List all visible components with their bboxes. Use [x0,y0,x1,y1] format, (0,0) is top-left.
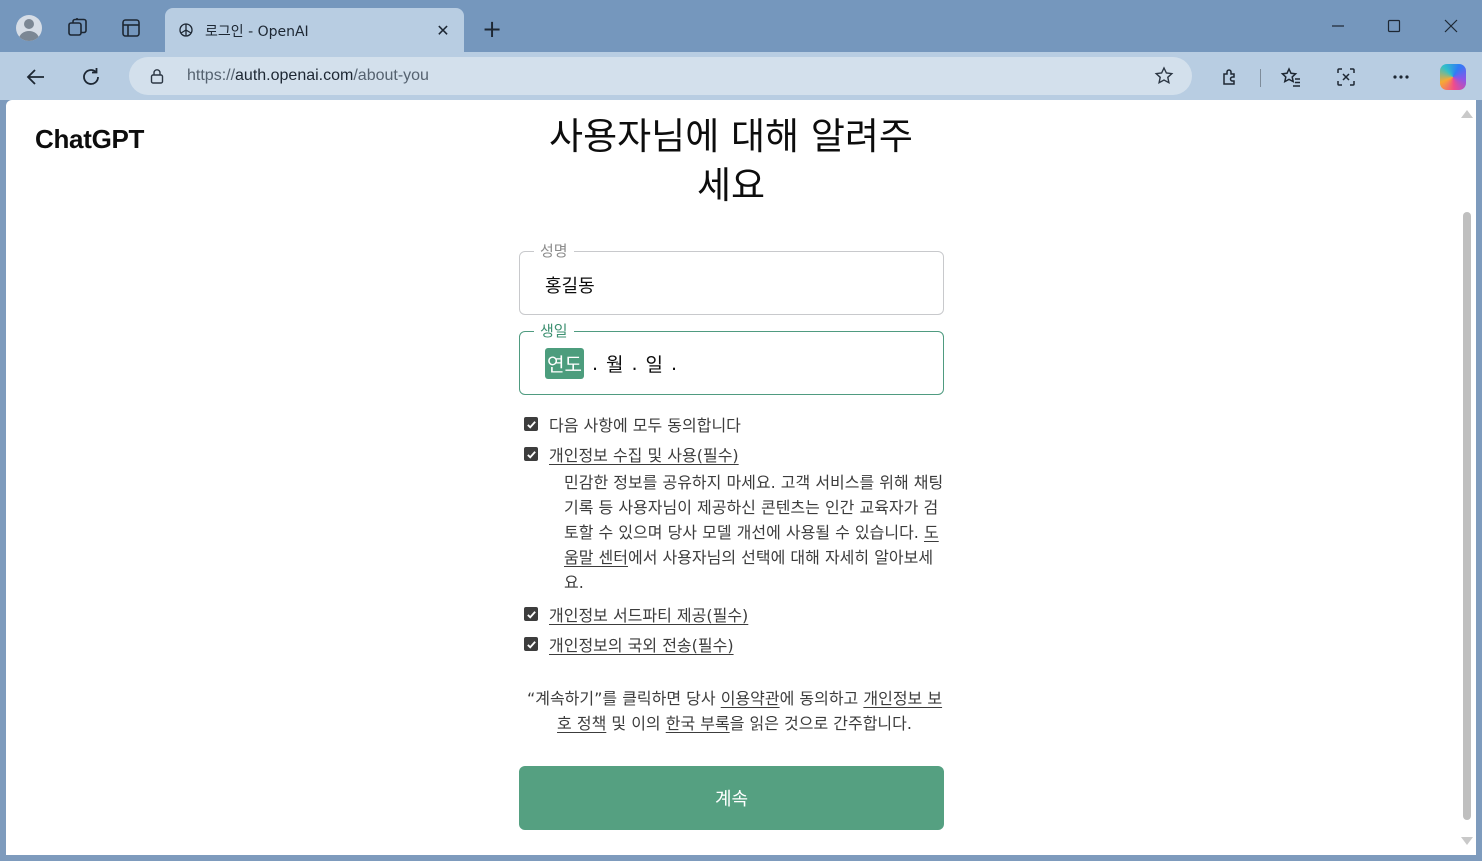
date-separator: . [671,352,678,375]
tab-close-icon[interactable]: ✕ [432,19,454,41]
url-path: /about-you [353,67,429,84]
date-separator: . [631,352,638,375]
collections-icon[interactable] [64,14,92,42]
favorites-icon[interactable] [1276,62,1306,92]
terms-text: 에 동의하고 [779,689,864,708]
tab-title: 로그인 - OpenAI [205,24,309,40]
terms-text: 및 이의 [606,714,666,733]
scrollbar-thumb[interactable] [1463,212,1471,820]
url-host: auth.openai.com [235,67,354,84]
consent-third-party-link[interactable]: 개인정보 서드파티 제공(필수) [549,602,748,626]
title-bar: 로그인 - OpenAI ✕ + [0,0,1482,52]
vertical-tabs-icon[interactable] [117,14,145,42]
refresh-icon[interactable] [76,62,106,92]
full-name-field[interactable]: 성명 홍길동 [519,240,944,315]
url-text[interactable]: https://auth.openai.com/about-you [187,67,429,85]
consent-overseas-checkbox[interactable] [524,637,538,651]
date-separator: . [591,352,599,375]
birthday-label: 생일 [534,320,574,341]
full-name-value[interactable]: 홍길동 [545,272,595,298]
active-tab[interactable]: 로그인 - OpenAI ✕ [165,8,464,52]
copilot-icon[interactable] [1438,62,1468,92]
extensions-icon[interactable] [1215,62,1245,92]
birthday-date-input[interactable]: 연도 . 월 . 일 . [545,348,685,379]
page-title-line-2: 세요 [696,164,766,207]
korea-addendum-link[interactable]: 한국 부록 [666,714,730,733]
birthday-field[interactable]: 생일 연도 . 월 . 일 . [519,320,944,395]
site-info-lock-icon[interactable] [149,68,165,84]
terms-text: “계속하기”를 클릭하면 당사 [526,689,721,708]
birthday-day-segment[interactable]: 일 [646,350,663,377]
openai-logo-icon [177,21,195,39]
more-options-icon[interactable] [1386,62,1416,92]
chatgpt-logo: ChatGPT [35,124,145,154]
close-window-icon[interactable] [1431,10,1471,42]
consent-all-label: 다음 사항에 모두 동의합니다 [549,416,741,435]
consent-all-row[interactable]: 다음 사항에 모두 동의합니다 [524,412,741,436]
screenshot-icon[interactable] [1331,62,1361,92]
explanation-text: 민감한 정보를 공유하지 마세요. 고객 서비스를 위해 채팅 기록 등 사용자… [564,473,944,542]
minimize-icon[interactable] [1318,10,1358,42]
maximize-icon[interactable] [1374,10,1414,42]
consent-all-checkbox[interactable] [524,417,538,431]
scroll-down-arrow-icon[interactable] [1461,837,1473,845]
terms-text: 을 읽은 것으로 간주합니다. [729,714,912,733]
consent-collection-link[interactable]: 개인정보 수집 및 사용(필수) [549,442,739,466]
address-bar[interactable]: https://auth.openai.com/about-you [129,57,1192,95]
terms-of-use-link[interactable]: 이용약관 [721,689,780,708]
birthday-month-segment[interactable]: 월 [606,350,623,377]
terms-notice: “계속하기”를 클릭하면 당사 이용약관에 동의하고 개인정보 보호 정책 및 … [522,686,947,736]
web-content: ChatGPT 사용자님에 대해 알려주 세요 성명 홍길동 생일 연도 . 월… [6,100,1476,855]
birthday-year-segment[interactable]: 연도 [545,348,584,379]
consent-collection-checkbox[interactable] [524,447,538,461]
continue-button[interactable]: 계속 [519,766,944,830]
url-scheme: https:// [187,67,236,84]
full-name-label: 성명 [534,240,574,261]
page-title: 사용자님에 대해 알려주 세요 [526,112,936,210]
consent-collection-explanation: 민감한 정보를 공유하지 마세요. 고객 서비스를 위해 채팅 기록 등 사용자… [564,470,949,595]
consent-collection-row[interactable]: 개인정보 수집 및 사용(필수) [524,442,739,466]
consent-third-party-checkbox[interactable] [524,607,538,621]
toolbar-divider [1260,69,1261,87]
profile-avatar-icon[interactable] [15,14,43,42]
scroll-up-arrow-icon[interactable] [1461,110,1473,118]
page-title-line-1: 사용자님에 대해 알려주 [549,115,913,158]
consent-third-party-row[interactable]: 개인정보 서드파티 제공(필수) [524,602,748,626]
consent-overseas-link[interactable]: 개인정보의 국외 전송(필수) [549,632,734,656]
back-arrow-icon[interactable] [21,62,51,92]
navigation-bar: https://auth.openai.com/about-you [0,52,1482,100]
new-tab-icon[interactable]: + [478,15,506,43]
favorite-star-icon[interactable] [1154,66,1174,86]
consent-overseas-row[interactable]: 개인정보의 국외 전송(필수) [524,632,734,656]
scrollbar[interactable] [1456,100,1476,855]
